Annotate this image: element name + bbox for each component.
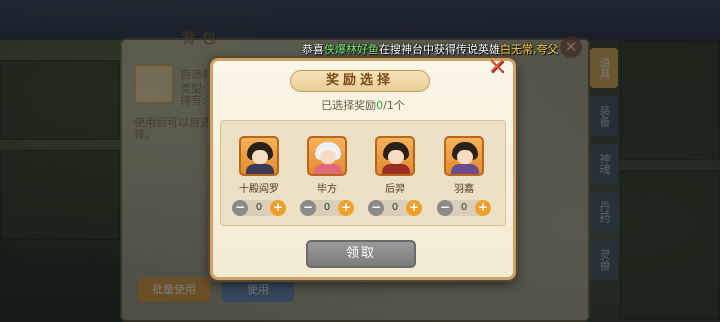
minus-icon[interactable]: − (300, 200, 316, 216)
hero-portrait-icon[interactable] (239, 136, 279, 176)
minus-icon[interactable]: − (368, 200, 384, 216)
broadcast-player: 侠爆林好鱼 (324, 43, 379, 56)
reward-name: 十殿阎罗 (239, 184, 279, 195)
plus-icon[interactable]: + (270, 200, 286, 216)
claim-button[interactable]: 领取 (306, 240, 416, 268)
broadcast-middle: 在搜神台中获得传说英雄 (379, 43, 500, 56)
reward-name: 后羿 (385, 184, 405, 195)
plus-icon[interactable]: + (475, 200, 491, 216)
dialog-title: 奖励选择 (290, 70, 430, 92)
quantity-stepper: − 0 + (437, 200, 491, 216)
quantity-value: 0 (460, 202, 468, 213)
quantity-stepper: − 0 + (300, 200, 354, 216)
reward-name: 毕方 (317, 184, 337, 195)
reward-item: 十殿阎罗 − 0 + (225, 136, 293, 216)
reward-item: 后羿 − 0 + (361, 136, 429, 216)
minus-icon[interactable]: − (232, 200, 248, 216)
selected-suffix: /1个 (383, 99, 405, 112)
selected-prefix: 已选择奖励 (321, 99, 377, 112)
quantity-value: 0 (323, 202, 331, 213)
broadcast-banner: 恭喜侠爆林好鱼在搜神台中获得传说英雄白无常,夸父 (302, 40, 582, 60)
broadcast-heroes: 白无常,夸父 (500, 43, 559, 56)
broadcast-prefix: 恭喜 (302, 43, 324, 56)
reward-item: 毕方 − 0 + (293, 136, 361, 216)
quantity-stepper: − 0 + (232, 200, 286, 216)
minus-icon[interactable]: − (437, 200, 453, 216)
hero-portrait-icon[interactable] (307, 136, 347, 176)
reward-name: 羽嘉 (454, 184, 474, 195)
selected-count-line: 已选择奖励0/1个 (210, 97, 516, 113)
quantity-stepper: − 0 + (368, 200, 422, 216)
reward-item: 羽嘉 − 0 + (430, 136, 498, 216)
close-icon[interactable]: ✕ (486, 57, 508, 80)
quantity-value: 0 (255, 202, 263, 213)
hero-portrait-icon[interactable] (375, 136, 415, 176)
plus-icon[interactable]: + (338, 200, 354, 216)
hero-portrait-icon[interactable] (444, 136, 484, 176)
plus-icon[interactable]: + (406, 200, 422, 216)
quantity-value: 0 (391, 202, 399, 213)
